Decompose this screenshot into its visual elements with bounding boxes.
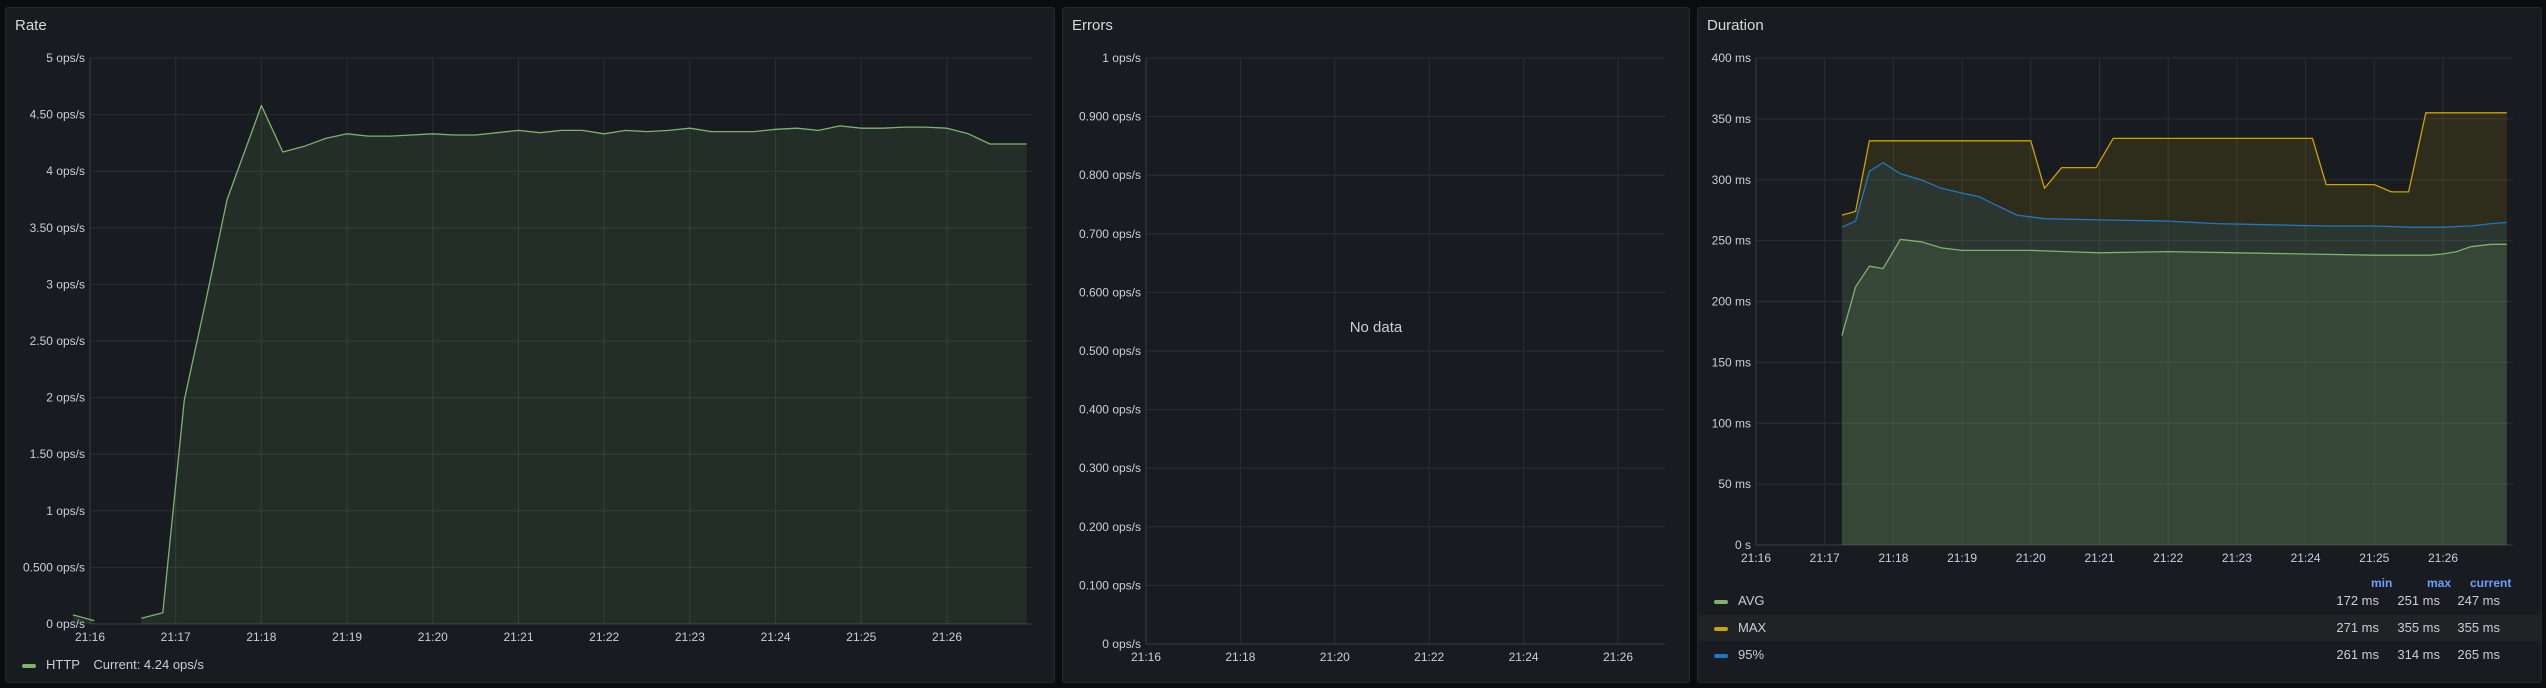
y-tick-label: 300 ms: [1712, 173, 1751, 187]
y-tick-label: 150 ms: [1712, 355, 1751, 369]
legend-max-p95: 314 ms: [2397, 647, 2440, 662]
y-tick-label: 3.50 ops/s: [30, 221, 85, 235]
legend-min-avg: 172 ms: [2336, 593, 2379, 608]
y-tick-label: 0 s: [1735, 538, 1751, 552]
x-tick-label: 21:19: [1947, 551, 1977, 565]
rate-legend[interactable]: HTTP Current: 4.24 ops/s: [22, 657, 204, 672]
x-tick-label: 21:16: [1131, 650, 1161, 664]
y-tick-label: 350 ms: [1712, 112, 1751, 126]
y-tick-label: 3 ops/s: [46, 277, 85, 291]
legend-series-http[interactable]: HTTP: [46, 657, 80, 672]
y-tick-label: 0.300 ops/s: [1079, 461, 1141, 475]
x-tick-label: 21:20: [418, 630, 448, 644]
duration-chart[interactable]: 0 s 50 ms 100 ms 150 ms 200 ms 250 ms 300 ms 35…: [1698, 8, 2542, 578]
x-tick-label: 21:21: [2084, 551, 2114, 565]
legend-swatch-http: [22, 663, 36, 668]
y-tick-label: 2 ops/s: [46, 391, 85, 405]
y-tick-label: 0.200 ops/s: [1079, 520, 1141, 534]
legend-series-p95[interactable]: 95%: [1738, 647, 1764, 662]
x-tick-label: 21:22: [1414, 650, 1444, 664]
y-tick-label: 0.600 ops/s: [1079, 285, 1141, 299]
legend-current-max: 355 ms: [2457, 620, 2500, 635]
x-tick-label: 21:23: [2222, 551, 2252, 565]
y-tick-label: 100 ms: [1712, 416, 1751, 430]
x-tick-label: 21:19: [332, 630, 362, 644]
y-tick-label: 0 ops/s: [1102, 637, 1141, 651]
y-tick-label: 50 ms: [1718, 477, 1751, 491]
y-tick-label: 2.50 ops/s: [30, 334, 85, 348]
legend-swatch-avg: [1714, 599, 1728, 604]
x-tick-label: 21:16: [75, 630, 105, 644]
x-tick-label: 21:16: [1741, 551, 1771, 565]
x-tick-label: 21:24: [1509, 650, 1539, 664]
x-tick-label: 21:20: [1320, 650, 1350, 664]
panel-errors[interactable]: Errors 0 ops/s 0.100 ops/s 0.200 ops/s 0.30…: [1062, 7, 1690, 683]
series-area-avg: [1841, 239, 2507, 545]
x-tick-label: 21:24: [761, 630, 791, 644]
x-tick-label: 21:17: [161, 630, 191, 644]
y-tick-label: 0.400 ops/s: [1079, 403, 1141, 417]
y-tick-label: 0.500 ops/s: [23, 560, 85, 574]
panel-rate[interactable]: Rate 0 ops/s 0.500 ops/s 1 ops/s 1.50 ops/s…: [5, 7, 1055, 683]
legend-series-max[interactable]: MAX: [1738, 620, 1766, 635]
y-tick-label: 1 ops/s: [46, 504, 85, 518]
legend-current-value: Current: 4.24 ops/s: [93, 657, 204, 672]
x-tick-label: 21:21: [503, 630, 533, 644]
rate-chart[interactable]: 0 ops/s0.500 ops/s1 ops/s1.50 ops/s2 ops…: [6, 8, 1055, 683]
y-tick-label: 5 ops/s: [46, 51, 85, 65]
x-tick-label: 21:18: [1225, 650, 1255, 664]
x-tick-label: 21:22: [589, 630, 619, 644]
legend-row-p95[interactable]: 95% 261 ms 314 ms 265 ms: [1698, 642, 2541, 668]
legend-series-avg[interactable]: AVG: [1738, 593, 1765, 608]
x-tick-label: 21:26: [2428, 551, 2458, 565]
y-tick-label: 4.50 ops/s: [30, 108, 85, 122]
y-tick-label: 1 ops/s: [1102, 51, 1141, 65]
y-tick-label: 1.50 ops/s: [30, 447, 85, 461]
legend-row-max[interactable]: MAX 271 ms 355 ms 355 ms: [1698, 615, 2541, 641]
x-tick-label: 21:18: [246, 630, 276, 644]
x-tick-label: 21:26: [1603, 650, 1633, 664]
y-tick-label: 0.900 ops/s: [1079, 110, 1141, 124]
y-tick-label: 0.700 ops/s: [1079, 227, 1141, 241]
legend-max-max: 355 ms: [2397, 620, 2440, 635]
legend-current-avg: 247 ms: [2457, 593, 2500, 608]
x-tick-label: 21:18: [1878, 551, 1908, 565]
legend-swatch-p95: [1714, 653, 1728, 658]
x-tick-label: 21:17: [1810, 551, 1840, 565]
x-tick-label: 21:25: [846, 630, 876, 644]
panel-duration[interactable]: Duration 0 s 50 ms 100 ms 150 ms 200 ms 250 m…: [1697, 7, 2542, 683]
series-area-http: [141, 105, 1027, 624]
y-tick-label: 0.100 ops/s: [1079, 578, 1141, 592]
legend-current-p95: 265 ms: [2457, 647, 2500, 662]
errors-chart[interactable]: 0 ops/s 0.100 ops/s 0.200 ops/s 0.300 ops/s…: [1063, 8, 1690, 683]
x-tick-label: 21:25: [2359, 551, 2389, 565]
y-tick-label: 400 ms: [1712, 51, 1751, 65]
legend-swatch-max: [1714, 626, 1728, 631]
legend-min-p95: 261 ms: [2336, 647, 2379, 662]
y-tick-label: 250 ms: [1712, 234, 1751, 248]
legend-min-max: 271 ms: [2336, 620, 2379, 635]
x-tick-label: 21:24: [2291, 551, 2321, 565]
y-tick-label: 0.800 ops/s: [1079, 168, 1141, 182]
y-tick-label: 4 ops/s: [46, 164, 85, 178]
y-tick-label: 0.500 ops/s: [1079, 344, 1141, 358]
no-data-message: No data: [1349, 319, 1403, 336]
y-tick-label: 200 ms: [1712, 295, 1751, 309]
x-tick-label: 21:22: [2153, 551, 2183, 565]
legend-row-avg[interactable]: AVG 172 ms 251 ms 247 ms: [1698, 588, 2541, 614]
legend-max-avg: 251 ms: [2397, 593, 2440, 608]
x-tick-label: 21:20: [2016, 551, 2046, 565]
x-tick-label: 21:26: [932, 630, 962, 644]
x-tick-label: 21:23: [675, 630, 705, 644]
